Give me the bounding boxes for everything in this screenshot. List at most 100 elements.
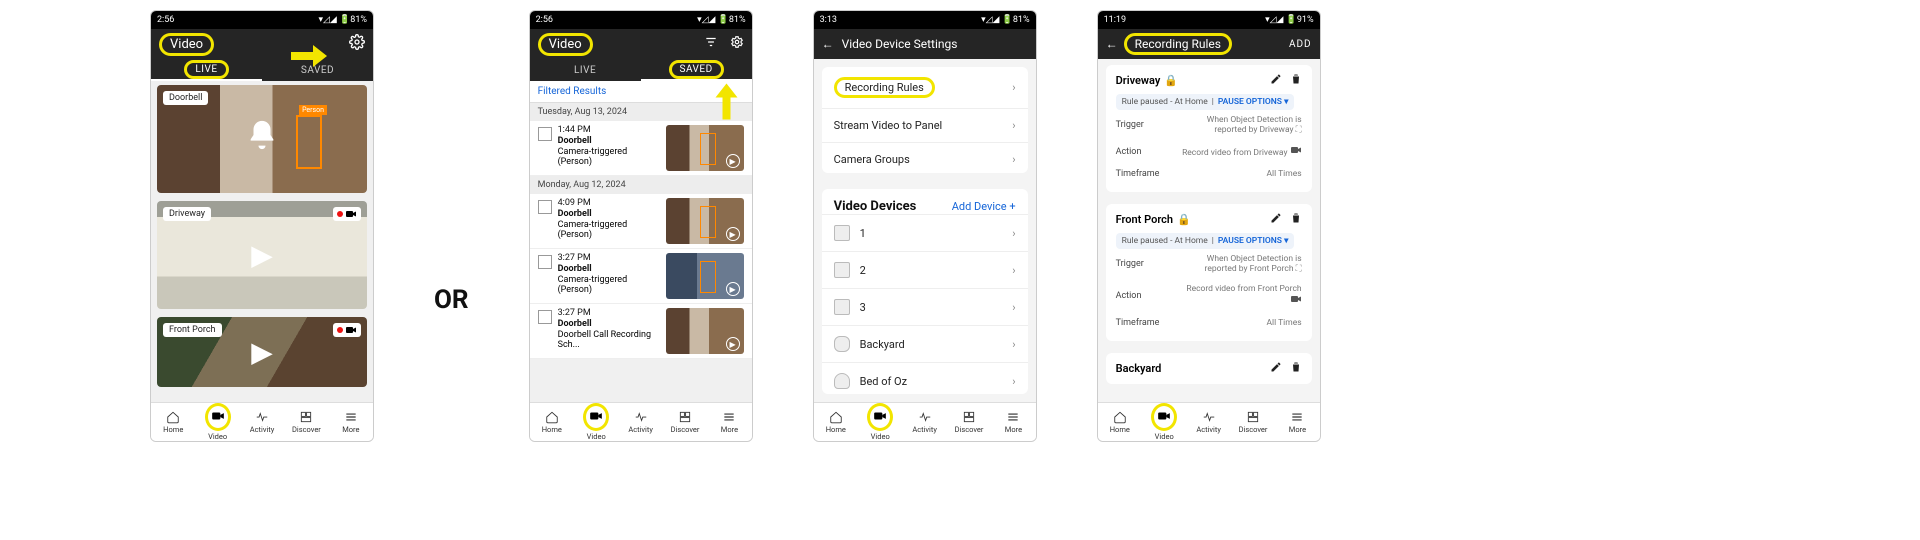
clip-thumb[interactable]: ▶ bbox=[666, 253, 744, 299]
nav-activity[interactable]: Activity bbox=[902, 403, 946, 441]
nav-discover[interactable]: Discover bbox=[947, 403, 991, 441]
camera-icon bbox=[834, 373, 850, 389]
nav-video[interactable]: Video bbox=[574, 403, 618, 441]
rule-timeframe: TimeframeAll Times bbox=[1116, 313, 1302, 333]
nav-home[interactable]: Home bbox=[151, 403, 195, 441]
tab-live[interactable]: LIVE bbox=[151, 59, 262, 81]
live-list: Doorbell Person Driveway ▶ Front Porch ▶ bbox=[151, 81, 373, 402]
status-bar: 2:56 ▾◿◢ 🔋81% bbox=[151, 11, 373, 29]
nav-activity[interactable]: Activity bbox=[618, 403, 662, 441]
clip-row[interactable]: 1:44 PM Doorbell Camera-triggered (Perso… bbox=[530, 121, 752, 176]
nav-more[interactable]: More bbox=[707, 403, 751, 441]
rule-header: Backyard bbox=[1116, 361, 1302, 376]
add-device-link[interactable]: Add Device + bbox=[952, 200, 1016, 213]
chevron-right-icon: › bbox=[1012, 264, 1015, 277]
nav-more[interactable]: More bbox=[1275, 403, 1319, 441]
camera-icon bbox=[1290, 297, 1302, 307]
nav-activity[interactable]: Activity bbox=[240, 403, 284, 441]
tile-label: Front Porch bbox=[163, 323, 222, 337]
chevron-right-icon: › bbox=[1012, 301, 1015, 314]
device-row[interactable]: 3› bbox=[822, 288, 1028, 325]
edit-icon[interactable] bbox=[1270, 73, 1282, 88]
camera-tile-driveway[interactable]: Driveway ▶ bbox=[157, 201, 367, 309]
gear-icon[interactable] bbox=[730, 35, 744, 53]
delete-icon[interactable] bbox=[1290, 361, 1302, 376]
nav-video[interactable]: Video bbox=[1142, 403, 1186, 441]
camera-tile-doorbell[interactable]: Doorbell Person bbox=[157, 85, 367, 193]
rules-body: Driveway 🔒 Rule paused - At Home | PAUSE… bbox=[1098, 59, 1320, 402]
status-time: 11:19 bbox=[1104, 15, 1126, 25]
status-time: 3:13 bbox=[820, 15, 837, 25]
nav-home[interactable]: Home bbox=[530, 403, 574, 441]
pause-pill[interactable]: Rule paused - At Home | PAUSE OPTIONS ▾ bbox=[1116, 233, 1295, 249]
page-title: Video bbox=[538, 33, 593, 56]
device-row[interactable]: 1› bbox=[822, 214, 1028, 251]
nav-discover[interactable]: Discover bbox=[663, 403, 707, 441]
clip-row[interactable]: 4:09 PM Doorbell Camera-triggered (Perso… bbox=[530, 194, 752, 249]
add-button[interactable]: ADD bbox=[1289, 39, 1312, 50]
clip-checkbox[interactable] bbox=[538, 310, 552, 324]
camera-icon bbox=[834, 225, 850, 241]
filter-icon[interactable] bbox=[704, 35, 718, 53]
back-arrow-icon[interactable]: ← bbox=[1106, 37, 1118, 51]
rule-trigger: TriggerWhen Object Detection is reported… bbox=[1116, 110, 1302, 140]
pause-pill[interactable]: Rule paused - At Home | PAUSE OPTIONS ▾ bbox=[1116, 94, 1295, 110]
delete-icon[interactable] bbox=[1290, 212, 1302, 227]
device-row[interactable]: 2› bbox=[822, 251, 1028, 288]
row-stream-panel[interactable]: Stream Video to Panel › bbox=[822, 109, 1028, 143]
status-bar: 11:19 ▾◿◢ 🔋91% bbox=[1098, 11, 1320, 29]
back-arrow-icon[interactable]: ← bbox=[822, 37, 834, 51]
tile-label: Doorbell bbox=[163, 91, 208, 105]
device-row[interactable]: Backyard› bbox=[822, 325, 1028, 362]
tab-saved[interactable]: SAVED bbox=[641, 59, 752, 81]
clip-row[interactable]: 3:27 PM Doorbell Camera-triggered (Perso… bbox=[530, 249, 752, 304]
clip-meta: 1:44 PM Doorbell Camera-triggered (Perso… bbox=[558, 125, 660, 168]
clip-thumb[interactable]: ▶ bbox=[666, 125, 744, 171]
status-time: 2:56 bbox=[157, 15, 174, 25]
clip-checkbox[interactable] bbox=[538, 255, 552, 269]
date-group: Monday, Aug 12, 2024 bbox=[530, 176, 752, 194]
camera-icon bbox=[834, 336, 850, 352]
recording-badge bbox=[333, 207, 361, 221]
phone-screen-3: 3:13 ▾◿◢ 🔋81% ← Video Device Settings Re… bbox=[813, 10, 1037, 442]
nav-more[interactable]: More bbox=[991, 403, 1035, 441]
nav-home[interactable]: Home bbox=[814, 403, 858, 441]
rule-trigger: TriggerWhen Object Detection is reported… bbox=[1116, 249, 1302, 279]
edit-icon[interactable] bbox=[1270, 212, 1282, 227]
tab-live[interactable]: LIVE bbox=[530, 59, 641, 81]
settings-body: Recording Rules › Stream Video to Panel … bbox=[814, 59, 1036, 402]
bottom-nav: Home Video Activity Discover More bbox=[151, 402, 373, 441]
rule-header: Front Porch 🔒 bbox=[1116, 212, 1302, 227]
rule-card-driveway: Driveway 🔒 Rule paused - At Home | PAUSE… bbox=[1106, 65, 1312, 192]
gear-icon[interactable] bbox=[349, 34, 365, 54]
bottom-nav: Home Video Activity Discover More bbox=[814, 402, 1036, 441]
clip-thumb[interactable]: ▶ bbox=[666, 308, 744, 354]
top-bar: Video bbox=[530, 29, 752, 59]
rule-action: ActionRecord video from Driveway bbox=[1116, 140, 1302, 163]
lock-icon: 🔒 bbox=[1164, 74, 1178, 87]
nav-more[interactable]: More bbox=[329, 403, 373, 441]
chevron-right-icon: › bbox=[1012, 153, 1015, 166]
camera-tile-front-porch[interactable]: Front Porch ▶ bbox=[157, 317, 367, 387]
nav-home[interactable]: Home bbox=[1098, 403, 1142, 441]
nav-video[interactable]: Video bbox=[195, 403, 239, 441]
chevron-right-icon: › bbox=[1012, 375, 1015, 388]
clip-thumb[interactable]: ▶ bbox=[666, 198, 744, 244]
rule-timeframe: TimeframeAll Times bbox=[1116, 164, 1302, 184]
row-camera-groups[interactable]: Camera Groups › bbox=[822, 143, 1028, 173]
edit-icon[interactable] bbox=[1270, 361, 1282, 376]
rule-name: Driveway 🔒 bbox=[1116, 74, 1178, 87]
nav-video[interactable]: Video bbox=[858, 403, 902, 441]
saved-list: Filtered Results Tuesday, Aug 13, 2024 1… bbox=[530, 81, 752, 402]
nav-activity[interactable]: Activity bbox=[1186, 403, 1230, 441]
clip-checkbox[interactable] bbox=[538, 127, 552, 141]
row-recording-rules[interactable]: Recording Rules › bbox=[822, 67, 1028, 109]
nav-discover[interactable]: Discover bbox=[284, 403, 328, 441]
video-highlight-circle bbox=[205, 403, 231, 431]
delete-icon[interactable] bbox=[1290, 73, 1302, 88]
nav-discover[interactable]: Discover bbox=[1231, 403, 1275, 441]
device-row[interactable]: Bed of Oz› bbox=[822, 362, 1028, 394]
clip-row[interactable]: 3:27 PM Doorbell Doorbell Call Recording… bbox=[530, 304, 752, 359]
page-title: Video bbox=[159, 33, 214, 56]
clip-checkbox[interactable] bbox=[538, 200, 552, 214]
